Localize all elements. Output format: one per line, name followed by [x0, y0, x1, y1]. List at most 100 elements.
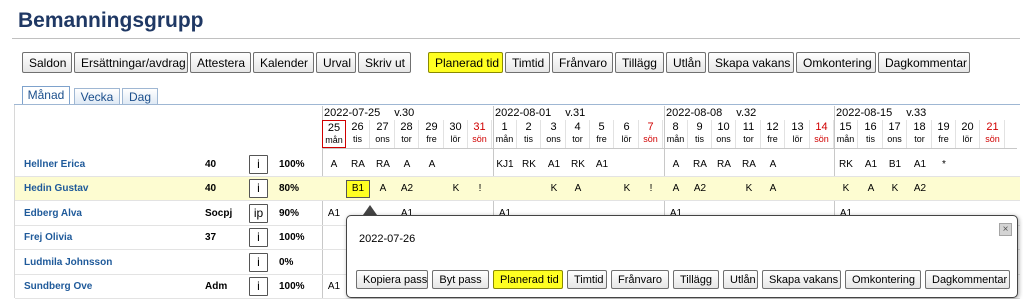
shift-cell[interactable] [615, 156, 639, 174]
day-header[interactable]: 19 fre [932, 120, 956, 148]
shift-cell[interactable]: A [322, 156, 346, 174]
popup-franvaro-button[interactable]: Frånvaro [611, 270, 669, 289]
shift-cell[interactable]: A1 [590, 156, 614, 174]
shift-cell[interactable] [932, 180, 956, 198]
shift-cell[interactable] [444, 156, 468, 174]
shift-cell[interactable]: A [371, 180, 395, 198]
shift-cell[interactable]: RA [737, 156, 761, 174]
shift-cell[interactable]: A1 [908, 156, 932, 174]
shift-cell[interactable]: A [420, 156, 444, 174]
day-header[interactable]: 28 tor [395, 120, 419, 148]
info-button[interactable]: i [249, 252, 268, 272]
shift-cell[interactable]: ! [639, 180, 663, 198]
shift-cell[interactable] [420, 180, 444, 198]
employee-row[interactable]: Hellner Erica 40 i 100% A RA RA A A KJ1 RK A1 RK A1 A R… [15, 153, 1020, 177]
shift-cell[interactable] [956, 180, 980, 198]
popup-tillagg-button[interactable]: Tillägg [673, 270, 719, 289]
shift-cell[interactable] [322, 254, 346, 272]
day-header[interactable]: 20 lör [956, 120, 980, 148]
shift-cell[interactable]: A2 [395, 180, 419, 198]
shift-cell[interactable]: B1 [346, 180, 370, 199]
info-button[interactable]: ip [249, 203, 268, 223]
day-header[interactable]: 14 sön [810, 120, 834, 148]
shift-cell[interactable] [639, 156, 663, 174]
popup-planerad-tid-button[interactable]: Planerad tid [493, 270, 563, 289]
shift-cell[interactable] [810, 156, 834, 174]
shift-cell[interactable] [712, 180, 736, 198]
popup-skapa-vakans-button[interactable]: Skapa vakans [762, 270, 841, 289]
day-header[interactable]: 27 ons [371, 120, 395, 148]
popup-utlan-button[interactable]: Utlån [723, 270, 758, 289]
shift-cell[interactable]: RA [346, 156, 370, 174]
shift-cell[interactable]: * [932, 156, 956, 174]
shift-cell[interactable]: A1 [322, 205, 346, 223]
day-header[interactable]: 17 ons [883, 120, 907, 148]
info-button[interactable]: i [249, 179, 268, 199]
day-header[interactable]: 4 tor [566, 120, 590, 148]
popup-omkontering-button[interactable]: Omkontering [845, 270, 921, 289]
employee-name[interactable]: Hedin Gustav [24, 183, 88, 194]
day-header[interactable]: 18 tor [908, 120, 932, 148]
day-header[interactable]: 21 sön [981, 120, 1005, 148]
shift-cell[interactable]: A1 [542, 156, 566, 174]
day-header[interactable]: 16 tis [859, 120, 883, 148]
day-header[interactable]: 6 lör [615, 120, 639, 148]
employee-name[interactable]: Ludmila Johnsson [24, 257, 112, 268]
shift-cell[interactable] [590, 180, 614, 198]
shift-cell[interactable]: RA [712, 156, 736, 174]
employee-name[interactable]: Hellner Erica [24, 159, 85, 170]
employee-row[interactable]: Hedin Gustav 40 i 80% B1 A A2 K! K A K! A A2 K A K A K A2 [15, 177, 1020, 202]
shift-cell[interactable]: RA [688, 156, 712, 174]
shift-cell[interactable]: A [664, 156, 688, 174]
shift-cell[interactable] [493, 180, 517, 198]
shift-cell[interactable] [322, 180, 346, 198]
day-header[interactable]: 1 mån [493, 120, 517, 148]
shift-cell[interactable]: K [834, 180, 858, 198]
shift-cell[interactable] [468, 156, 492, 174]
close-icon[interactable]: × [999, 223, 1012, 236]
shift-cell[interactable]: B1 [883, 156, 907, 174]
day-header[interactable]: 11 tor [737, 120, 761, 148]
shift-cell[interactable] [956, 156, 980, 174]
employee-name[interactable]: Sundberg Ove [24, 281, 92, 292]
day-header[interactable]: 31 sön [468, 120, 492, 148]
shift-cell[interactable] [322, 229, 346, 247]
shift-cell[interactable]: RK [517, 156, 541, 174]
day-header[interactable]: 9 tis [688, 120, 712, 148]
shift-cell[interactable]: K [737, 180, 761, 198]
shift-cell[interactable]: A [761, 156, 785, 174]
popup-dagkommentar-button[interactable]: Dagkommentar [925, 270, 1010, 289]
day-header[interactable]: 10 ons [712, 120, 736, 148]
shift-cell[interactable]: K [883, 180, 907, 198]
shift-cell[interactable]: A [761, 180, 785, 198]
day-header[interactable]: 13 lör [786, 120, 810, 148]
shift-cell[interactable]: A [664, 180, 688, 198]
day-header[interactable]: 8 mån [664, 120, 688, 148]
day-header[interactable]: 26 tis [346, 120, 370, 148]
byt-pass-button[interactable]: Byt pass [432, 270, 489, 289]
day-header[interactable]: 12 fre [761, 120, 785, 148]
day-header[interactable]: 3 ons [542, 120, 566, 148]
day-header[interactable]: 25 mån [322, 120, 346, 148]
info-button[interactable]: i [249, 155, 268, 174]
shift-cell[interactable] [517, 180, 541, 198]
shift-cell[interactable]: KJ1 [493, 156, 517, 174]
shift-cell[interactable] [981, 180, 1005, 198]
shift-cell[interactable]: A [859, 180, 883, 198]
shift-cell[interactable]: A [566, 180, 590, 198]
day-header[interactable]: 2 tis [517, 120, 541, 148]
day-header[interactable]: 15 mån [834, 120, 858, 148]
shift-cell[interactable]: RA [371, 156, 395, 174]
popup-timtid-button[interactable]: Timtid [567, 270, 607, 289]
day-header[interactable]: 30 lör [444, 120, 468, 148]
shift-cell[interactable]: A1 [322, 278, 346, 296]
employee-name[interactable]: Frej Olivia [24, 232, 72, 243]
shift-cell[interactable]: K [444, 180, 468, 198]
day-header[interactable]: 7 sön [639, 120, 663, 148]
shift-cell[interactable] [981, 156, 1005, 174]
shift-cell[interactable]: A2 [908, 180, 932, 198]
shift-cell[interactable] [786, 156, 810, 174]
info-button[interactable]: i [249, 228, 268, 248]
shift-cell[interactable]: A2 [688, 180, 712, 198]
info-button[interactable]: i [249, 277, 268, 296]
